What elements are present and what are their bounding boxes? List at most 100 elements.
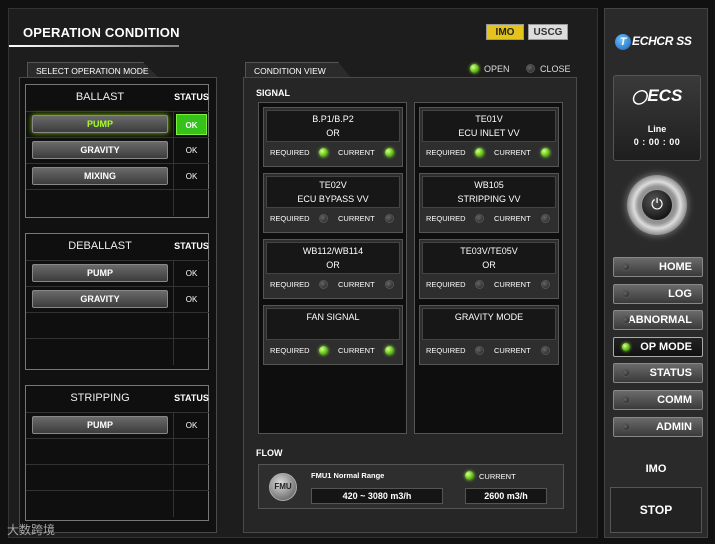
nav-label: STATUS [649,367,692,380]
empty-row [26,464,209,491]
mode-row: GRAVITY OK [26,137,209,164]
current-led-icon [465,471,474,480]
signal-line2: ECU INLET VV [458,128,520,138]
current-led-icon [541,148,550,157]
nav-led-icon [622,396,630,404]
signal-line1: WB105 [474,180,504,190]
nav-label: LOG [668,287,692,300]
signal-name: GRAVITY MODE [422,308,556,340]
current-label: CURRENT [338,346,375,355]
ballast-pump-button[interactable]: PUMP [32,115,168,133]
current-led-icon [541,280,550,289]
required-label: REQUIRED [426,280,466,289]
required-led-icon [475,346,484,355]
current-label: CURRENT [494,148,531,157]
mode-row: MIXING OK [26,163,209,190]
stripping-group: STRIPPING STATUS PUMP OK [25,385,209,521]
required-label: REQUIRED [270,280,310,289]
group-title: DEBALLAST [68,240,132,252]
group-title: STRIPPING [70,392,130,404]
current-led-icon [385,214,394,223]
status-header: STATUS [174,241,209,251]
stripping-pump-button[interactable]: PUMP [32,416,168,434]
signal-card: WB112/WB114 OR REQUIRED CURRENT [263,239,403,299]
nav-label: ADMIN [655,420,692,433]
deballast-group: DEBALLAST STATUS PUMP OK GRAVITY OK [25,233,209,370]
signal-line1: B.P1/B.P2 [312,114,354,124]
signal-column-left: B.P1/B.P2 OR REQUIRED CURRENT TE02V ECU BYPAS… [258,102,407,434]
power-icon: ⏻ [641,189,673,221]
nav-log-button[interactable]: LOG [613,283,703,304]
signal-line1: GRAVITY MODE [454,312,524,322]
fmu-icon: FMU [269,473,297,501]
flow-current-value: 2600 m3/h [465,488,547,504]
imo-standard-button[interactable]: IMO [486,24,524,40]
status-cell: OK [185,269,198,278]
required-led-icon [319,148,328,157]
required-label: REQUIRED [426,346,466,355]
uscg-standard-button[interactable]: USCG [528,24,568,40]
deballast-gravity-button[interactable]: GRAVITY [32,290,168,308]
ballast-group: BALLAST STATUS PUMP OK GRAVITY OK MIXING… [25,84,209,218]
status-header: STATUS [174,393,209,403]
tab-condition-view[interactable]: CONDITION VIEW [245,62,351,78]
signal-line2: STRIPPING VV [457,194,521,204]
nav-label: OP MODE [640,340,692,353]
signal-card: WB105 STRIPPING VV REQUIRED CURRENT [419,173,559,233]
ballast-gravity-button[interactable]: GRAVITY [32,141,168,159]
ballast-mixing-button[interactable]: MIXING [32,167,168,185]
signal-line1: TE01V [475,114,503,124]
signal-line1: FAN SIGNAL [306,312,360,322]
mode-row: PUMP OK [26,111,209,138]
empty-row [26,438,209,465]
condition-view-panel: OPEN CLOSE SIGNAL B.P1/B.P2 OR REQUIRED CUR… [243,64,577,533]
line-label: Line [647,124,667,134]
current-label: CURRENT [338,148,375,157]
signal-card: FAN SIGNAL REQUIRED CURRENT [263,305,403,365]
nav-led-icon [622,289,630,298]
current-led-icon [385,346,394,355]
tab-select-operation-mode[interactable]: SELECT OPERATION MODE [27,62,159,78]
deballast-pump-button[interactable]: PUMP [32,264,168,282]
nav-label: HOME [659,261,692,273]
current-label: CURRENT [494,346,531,355]
stop-button[interactable]: STOP [610,487,702,533]
nav-led-icon [622,369,630,378]
power-button[interactable]: ⏻ [627,175,687,235]
screen: OPERATION CONDITION IMO USCG SELECT OPER… [0,0,715,544]
status-cell: OK [185,295,198,304]
nav-comm-button[interactable]: COMM [613,390,703,410]
nav-abnormal-button[interactable]: ABNORMAL [613,310,703,331]
nav-home-button[interactable]: HOME [613,257,703,277]
main-area: OPERATION CONDITION IMO USCG SELECT OPER… [7,8,598,538]
signal-line1: WB112/WB114 [302,246,364,256]
mode-row: GRAVITY OK [26,286,209,313]
status-header: STATUS [174,92,209,102]
page-title: OPERATION CONDITION [23,25,180,40]
signal-section-label: SIGNAL [256,88,291,98]
required-label: REQUIRED [426,214,466,223]
nav-status-button[interactable]: STATUS [613,363,703,384]
current-label: CURRENT [494,214,531,223]
current-label: CURRENT [338,214,375,223]
signal-line1: TE03V/TE05V [460,246,518,256]
nav-admin-button[interactable]: ADMIN [613,416,703,437]
ecs-logo: ◯ECS [631,86,683,105]
legend-open-label: OPEN [484,64,510,74]
brand-logo-icon: T [615,34,631,50]
nav-op-mode-button[interactable]: OP MODE [613,336,703,357]
current-label: CURRENT [338,280,375,289]
required-label: REQUIRED [270,346,310,355]
sidebar: T ECHCR SS ◯ECS Line 0 : 00 : 00 ⏻ HOME LO… [604,8,708,538]
fmu-range-label: FMU1 Normal Range [311,471,385,480]
empty-row [26,189,209,216]
current-led-icon [541,214,550,223]
required-led-icon [319,214,328,223]
signal-column-right: TE01V ECU INLET VV REQUIRED CURRENT WB105 STR… [414,102,563,434]
mode-row: PUMP OK [26,412,209,439]
signal-card: TE01V ECU INLET VV REQUIRED CURRENT [419,107,559,167]
mode-row: PUMP OK [26,260,209,287]
signal-card: B.P1/B.P2 OR REQUIRED CURRENT [263,107,403,167]
flow-box: FMU FMU1 Normal Range 420 ~ 3080 m3/h CU… [258,464,564,509]
flow-section-label: FLOW [256,448,283,458]
